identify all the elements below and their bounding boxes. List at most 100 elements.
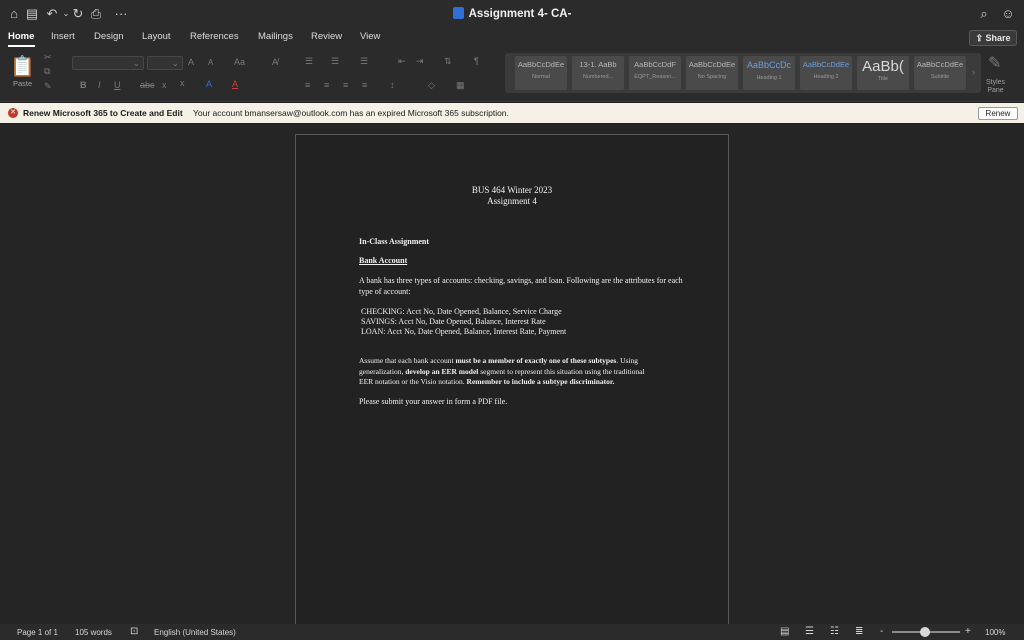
window-title: Assignment 4- CA-	[0, 7, 1024, 20]
ribbon-tabs: Home Insert Design Layout References Mai…	[0, 28, 1024, 48]
style-sample: AaBbCcDdEe	[517, 60, 565, 69]
language-indicator[interactable]: English (United States)	[154, 628, 236, 637]
ribbon-toolbar: 📋 Paste ✂ ⧉ ✎ ⌄ ⌄ A A Aa A̸ B I U abc x …	[0, 48, 1024, 102]
document-canvas[interactable]: BUS 464 Winter 2023 Assignment 4 In-Clas…	[0, 124, 1024, 634]
style-heading-1[interactable]: AaBbCcDc Heading 1	[743, 56, 795, 90]
align-center-icon[interactable]: ≡	[324, 80, 329, 90]
subscription-notice-bar: ✕ Renew Microsoft 365 to Create and Edit…	[0, 103, 1024, 123]
borders-icon[interactable]: ▦	[456, 80, 465, 91]
text-run: EER notation or the Visio notation.	[359, 377, 467, 386]
paste-icon[interactable]: 📋	[10, 54, 35, 79]
change-case-icon[interactable]: Aa	[234, 57, 245, 67]
focus-mode-icon[interactable]: ☰	[805, 626, 814, 637]
doc-savings-line: SAVINGS: Acct No, Date Opened, Balance, …	[361, 317, 546, 326]
align-right-icon[interactable]: ≡	[343, 80, 348, 90]
text-run: Assume that each bank account	[359, 356, 456, 365]
proofing-icon[interactable]: ⊡	[130, 626, 138, 637]
grow-font-icon[interactable]: A	[188, 57, 194, 67]
numbering-icon[interactable]: ☰	[331, 56, 339, 67]
bullets-icon[interactable]: ☰	[305, 56, 313, 67]
style-subtitle[interactable]: AaBbCcDdEe Subtitle	[914, 56, 966, 90]
chevron-down-icon: ⌄	[171, 58, 179, 68]
styles-pane-label[interactable]: Styles Pane	[986, 79, 1005, 95]
style-name: Heading 2	[813, 74, 839, 80]
decrease-indent-icon[interactable]: ⇤	[398, 56, 406, 67]
cut-icon[interactable]: ✂	[44, 52, 52, 63]
chevron-right-icon[interactable]: ›	[972, 67, 975, 77]
style-eqpt-reason[interactable]: AaBbCcDdF EQPT_Reason...	[629, 56, 681, 90]
styles-gallery: AaBbCcDdEe Normal 13-1. AaBb Numbered... A…	[505, 53, 981, 93]
zoom-in-button[interactable]: +	[965, 626, 971, 637]
zoom-slider-thumb[interactable]	[920, 627, 930, 637]
tab-references[interactable]: References	[190, 31, 239, 42]
document-title: Assignment 4- CA-	[468, 8, 572, 20]
paste-label: Paste	[13, 79, 33, 88]
text-run-bold: develop an EER model	[405, 366, 479, 376]
text-run: generalization,	[359, 366, 406, 376]
strikethrough-button[interactable]: abc	[140, 80, 155, 90]
shading-icon[interactable]: ◇	[428, 80, 435, 91]
sort-icon[interactable]: ⇅	[444, 56, 452, 67]
style-name: Subtitle	[930, 74, 950, 80]
zoom-level[interactable]: 100%	[985, 628, 1005, 637]
search-icon[interactable]: ⌕	[976, 6, 992, 22]
share-icon: ⇪	[975, 33, 986, 43]
tab-view[interactable]: View	[360, 31, 380, 42]
document-page[interactable]: BUS 464 Winter 2023 Assignment 4 In-Clas…	[295, 134, 729, 634]
doc-section-title: In-Class Assignment	[359, 237, 430, 246]
doc-subsection-title: Bank Account	[359, 256, 408, 265]
tab-design[interactable]: Design	[94, 31, 124, 42]
bold-button[interactable]: B	[80, 80, 87, 90]
clear-formatting-icon[interactable]: A̸	[272, 57, 278, 67]
tab-review[interactable]: Review	[311, 31, 342, 42]
doc-assume-paragraph: Assume that each bank account must be a …	[359, 356, 689, 388]
italic-button[interactable]: I	[98, 80, 101, 90]
copy-icon[interactable]: ⧉	[44, 66, 50, 77]
tab-home[interactable]: Home	[8, 31, 34, 42]
style-normal[interactable]: AaBbCcDdEe Normal	[515, 56, 567, 90]
error-icon: ✕	[8, 108, 18, 118]
style-sample: AaBbCcDdEe	[688, 60, 736, 69]
title-bar: ⌂ ▤ ↶ ⌄ ↻ ⎙ ··· Assignment 4- CA- ⌕ ☺	[0, 0, 1024, 28]
web-layout-icon[interactable]: ≣	[855, 626, 863, 637]
style-numbered[interactable]: 13-1. AaBb Numbered...	[572, 56, 624, 90]
superscript-button[interactable]: x	[180, 78, 185, 88]
tab-layout[interactable]: Layout	[142, 31, 171, 42]
doc-heading-assignment: Assignment 4	[487, 196, 537, 206]
shrink-font-icon[interactable]: A	[208, 58, 213, 67]
page-count[interactable]: Page 1 of 1	[17, 628, 58, 637]
share-button[interactable]: ⇪ Share	[969, 30, 1017, 46]
justify-icon[interactable]: ≡	[362, 80, 367, 90]
font-name-dropdown[interactable]: ⌄	[72, 56, 144, 70]
style-sample: AaBbCcDc	[746, 60, 791, 70]
text-run: . Using	[616, 356, 638, 365]
align-left-icon[interactable]: ≡	[305, 80, 310, 90]
style-name: Title	[877, 76, 889, 82]
style-no-spacing[interactable]: AaBbCcDdEe No Spacing	[686, 56, 738, 90]
word-count[interactable]: 105 words	[75, 628, 112, 637]
show-formatting-icon[interactable]: ¶	[474, 56, 479, 66]
account-icon[interactable]: ☺	[1000, 6, 1016, 22]
print-layout-icon[interactable]: ▤	[780, 626, 789, 637]
styles-pane-icon[interactable]: ✎	[988, 53, 1001, 73]
renew-button[interactable]: Renew	[978, 107, 1018, 120]
line-spacing-icon[interactable]: ↕	[390, 80, 395, 90]
style-heading-2[interactable]: AaBbCcDdEe Heading 2	[800, 56, 852, 90]
style-name: Heading 1	[756, 75, 782, 81]
font-color-icon[interactable]: A	[232, 79, 238, 89]
tab-mailings[interactable]: Mailings	[258, 31, 293, 42]
multilevel-list-icon[interactable]: ☰	[360, 56, 368, 67]
increase-indent-icon[interactable]: ⇥	[416, 56, 424, 67]
tab-insert[interactable]: Insert	[51, 31, 75, 42]
underline-button[interactable]: U	[114, 80, 121, 90]
outline-view-icon[interactable]: ☷	[830, 626, 839, 637]
style-title[interactable]: AaBb(Title	[857, 56, 909, 90]
format-painter-icon[interactable]: ✎	[44, 81, 52, 92]
style-name: EQPT_Reason...	[634, 74, 676, 80]
text-run-bold: Remember to include a subtype discrimina…	[466, 377, 615, 386]
status-bar: Page 1 of 1 105 words ⊡ English (United …	[0, 624, 1024, 640]
zoom-out-button[interactable]: -	[880, 626, 883, 637]
text-effects-icon[interactable]: A	[206, 79, 212, 89]
subscript-button[interactable]: x	[162, 80, 167, 90]
font-size-dropdown[interactable]: ⌄	[147, 56, 183, 70]
